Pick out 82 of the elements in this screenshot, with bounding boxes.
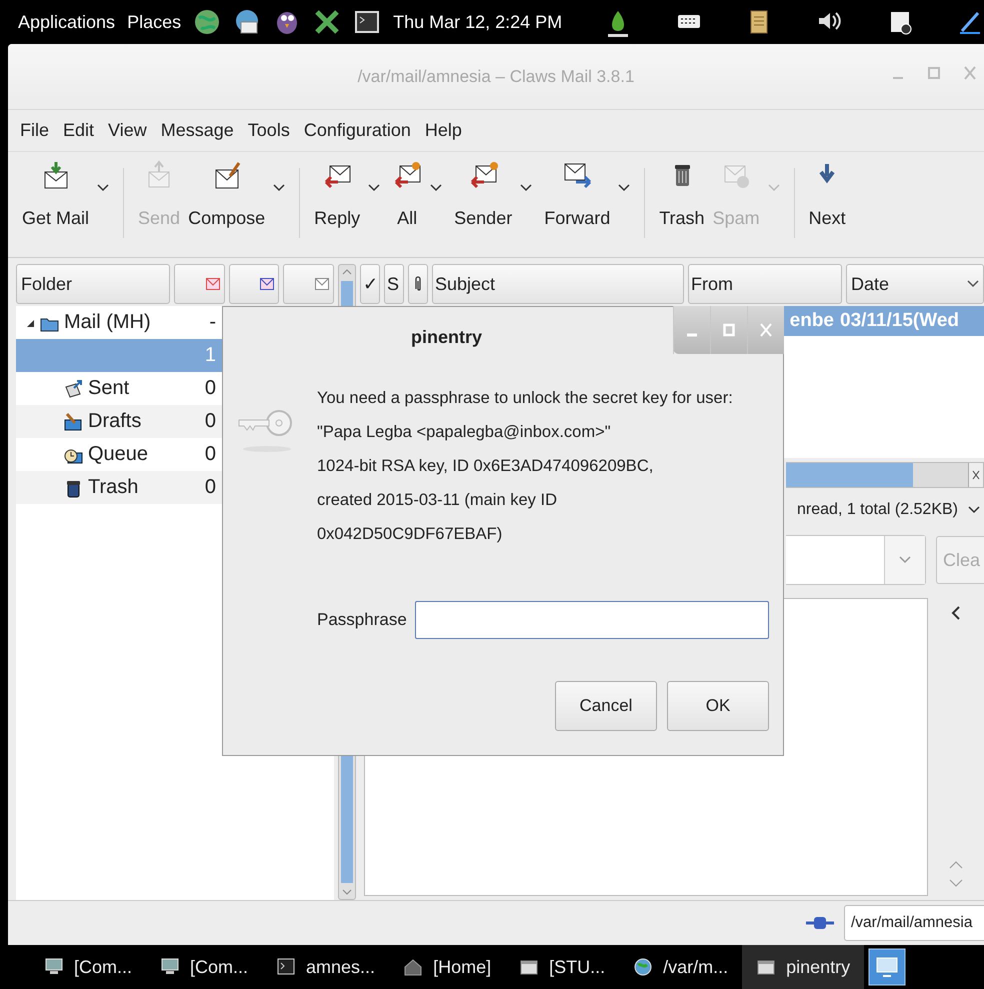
house-icon <box>403 957 424 977</box>
folder-path: /var/mail/amnesia <box>844 905 984 941</box>
column-header[interactable]: Date <box>846 264 984 304</box>
menu-item[interactable]: Edit <box>63 120 94 141</box>
terminal-icon <box>276 957 296 977</box>
field-label: Passphrase <box>317 610 407 630</box>
column-header[interactable]: Subject <box>432 264 684 304</box>
folder-name: Sent <box>88 377 130 400</box>
message-count: 0 <box>204 377 216 400</box>
folder-name: Queue <box>88 443 148 466</box>
chevron-left-icon[interactable] <box>951 606 961 620</box>
message-count: 0 <box>204 443 216 466</box>
envelope-icon <box>260 278 274 290</box>
message-count: - <box>208 311 216 334</box>
folder-name: Drafts <box>88 410 142 433</box>
caret-icon[interactable] <box>368 184 380 192</box>
reply-sender-icon <box>468 160 498 190</box>
paperclip-icon <box>414 275 422 293</box>
folder-summary: nread, 1 total (2.52KB) <box>797 501 958 519</box>
envelope-icon <box>315 278 330 290</box>
folder-name: Mail (MH) <box>64 311 151 334</box>
column-header[interactable]: From <box>688 264 842 304</box>
message-count: 1 <box>204 344 216 367</box>
menu-item[interactable]: Configuration <box>304 120 411 141</box>
passphrase-field[interactable] <box>414 601 769 639</box>
taskbar-item[interactable]: pinentry <box>742 945 864 989</box>
column-header[interactable]: Folder <box>16 264 170 304</box>
folder-row[interactable]: Mail (MH) - <box>16 306 334 339</box>
scrollbar[interactable] <box>786 462 984 488</box>
toolbar-button[interactable]: Sender <box>450 160 516 229</box>
menu-item[interactable]: Message <box>160 120 234 141</box>
menu-item[interactable]: View <box>108 120 147 141</box>
caret-icon[interactable] <box>430 184 442 192</box>
message-count: 0 <box>204 476 216 499</box>
toolbar-button[interactable]: Forward <box>540 160 614 229</box>
window-title: /var/mail/amnesia – Claws Mail 3.8.1 <box>358 66 634 86</box>
plug-icon <box>806 915 834 931</box>
message-count: 0 <box>204 410 216 433</box>
panel-clock[interactable]: Thu Mar 12, 2:24 PM <box>393 12 562 32</box>
panel-menu[interactable]: Applications <box>18 12 116 32</box>
quick-search-field[interactable] <box>786 535 926 585</box>
panel-menu[interactable]: Places <box>127 12 182 32</box>
column-header[interactable] <box>408 264 428 304</box>
desktop-icon[interactable] <box>868 948 906 986</box>
column-header[interactable]: ✓ <box>360 264 380 304</box>
caret-icon[interactable] <box>97 184 110 192</box>
menu-item[interactable]: Help <box>424 120 462 141</box>
sent-folder-icon <box>64 378 84 398</box>
caret-icon[interactable] <box>520 184 532 192</box>
scrollbar[interactable] <box>338 264 356 306</box>
close-icon[interactable] <box>972 470 980 480</box>
computer-icon <box>160 957 180 977</box>
caret-icon[interactable] <box>273 184 286 192</box>
globe-icon <box>633 957 654 977</box>
envelope-icon <box>206 278 220 290</box>
caret-icon[interactable] <box>618 184 630 192</box>
globe-icon[interactable] <box>193 8 222 36</box>
dialog-button[interactable]: OK <box>667 681 769 731</box>
toolbar-button[interactable]: Get Mail <box>18 160 94 229</box>
tools-icon[interactable] <box>313 8 342 36</box>
toolbar-button[interactable]: Compose <box>184 160 270 229</box>
column-header[interactable] <box>228 264 280 304</box>
toolbar-button[interactable]: Reply <box>310 160 364 229</box>
caret-icon <box>899 556 911 564</box>
date-cell: 03/11/15(Wed <box>840 310 960 332</box>
reply-all-icon <box>392 160 422 190</box>
caret-icon[interactable] <box>968 506 980 514</box>
column-header[interactable]: S <box>384 264 404 304</box>
dialog-button[interactable]: Cancel <box>555 681 657 731</box>
dialog-title: pinentry <box>411 326 482 348</box>
toolbar-button[interactable]: Trash <box>655 160 709 229</box>
menu-item[interactable]: File <box>20 120 50 141</box>
sender-cell: enbe <box>790 310 834 332</box>
toolbar-button[interactable]: All <box>388 160 426 229</box>
folder-name: Trash <box>88 476 138 499</box>
computer-icon <box>44 957 64 977</box>
drafts-folder-icon <box>64 412 84 432</box>
caret-icon <box>967 280 979 288</box>
terminal-icon[interactable] <box>353 8 382 36</box>
menu-item[interactable]: Tools <box>248 120 290 141</box>
toolbar-button[interactable]: Next <box>804 160 850 229</box>
scrollbar[interactable] <box>338 756 356 900</box>
